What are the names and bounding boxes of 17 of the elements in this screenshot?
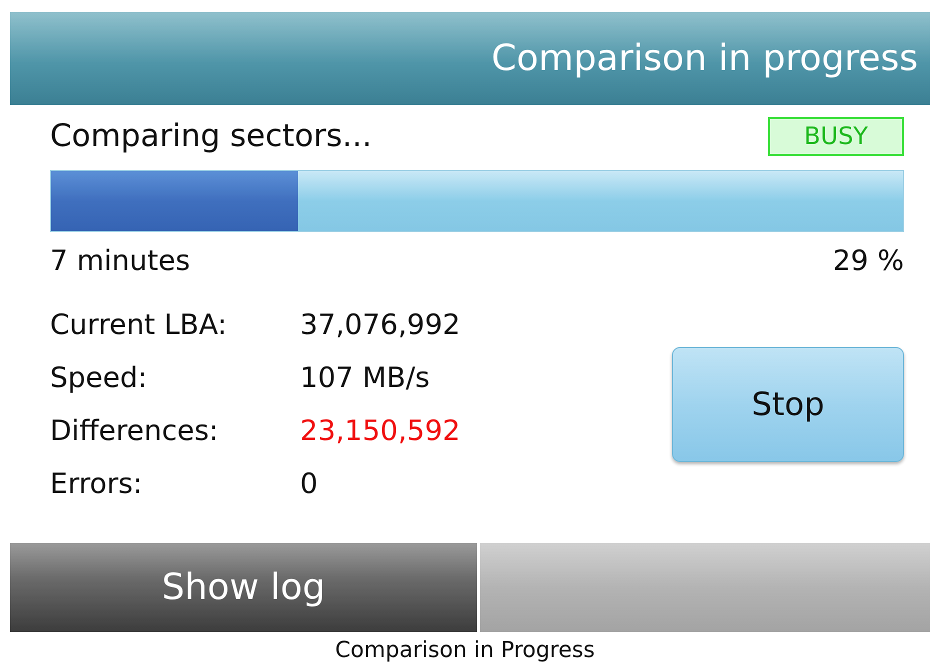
- stat-value: 23,150,592: [300, 412, 460, 448]
- stat-label: Speed:: [50, 360, 148, 396]
- time-remaining: 7 minutes: [50, 242, 190, 278]
- blank-button[interactable]: [480, 543, 930, 632]
- stat-value: 0: [300, 466, 319, 502]
- stat-label: Current LBA:: [50, 306, 228, 342]
- stat-value: 37,076,992: [300, 306, 460, 342]
- show-log-button[interactable]: Show log: [10, 543, 477, 632]
- percent-text: 29 %: [832, 242, 904, 278]
- stat-value: 107 MB/s: [300, 360, 431, 396]
- window-title: Comparison in progress: [491, 36, 918, 80]
- stat-label: Differences:: [50, 412, 220, 448]
- stat-label: Errors:: [50, 466, 144, 502]
- stop-button[interactable]: Stop: [672, 346, 904, 462]
- status-badge: BUSY: [768, 116, 904, 156]
- caption: Comparison in Progress: [334, 637, 596, 664]
- status-text: Comparing sectors...: [50, 117, 372, 156]
